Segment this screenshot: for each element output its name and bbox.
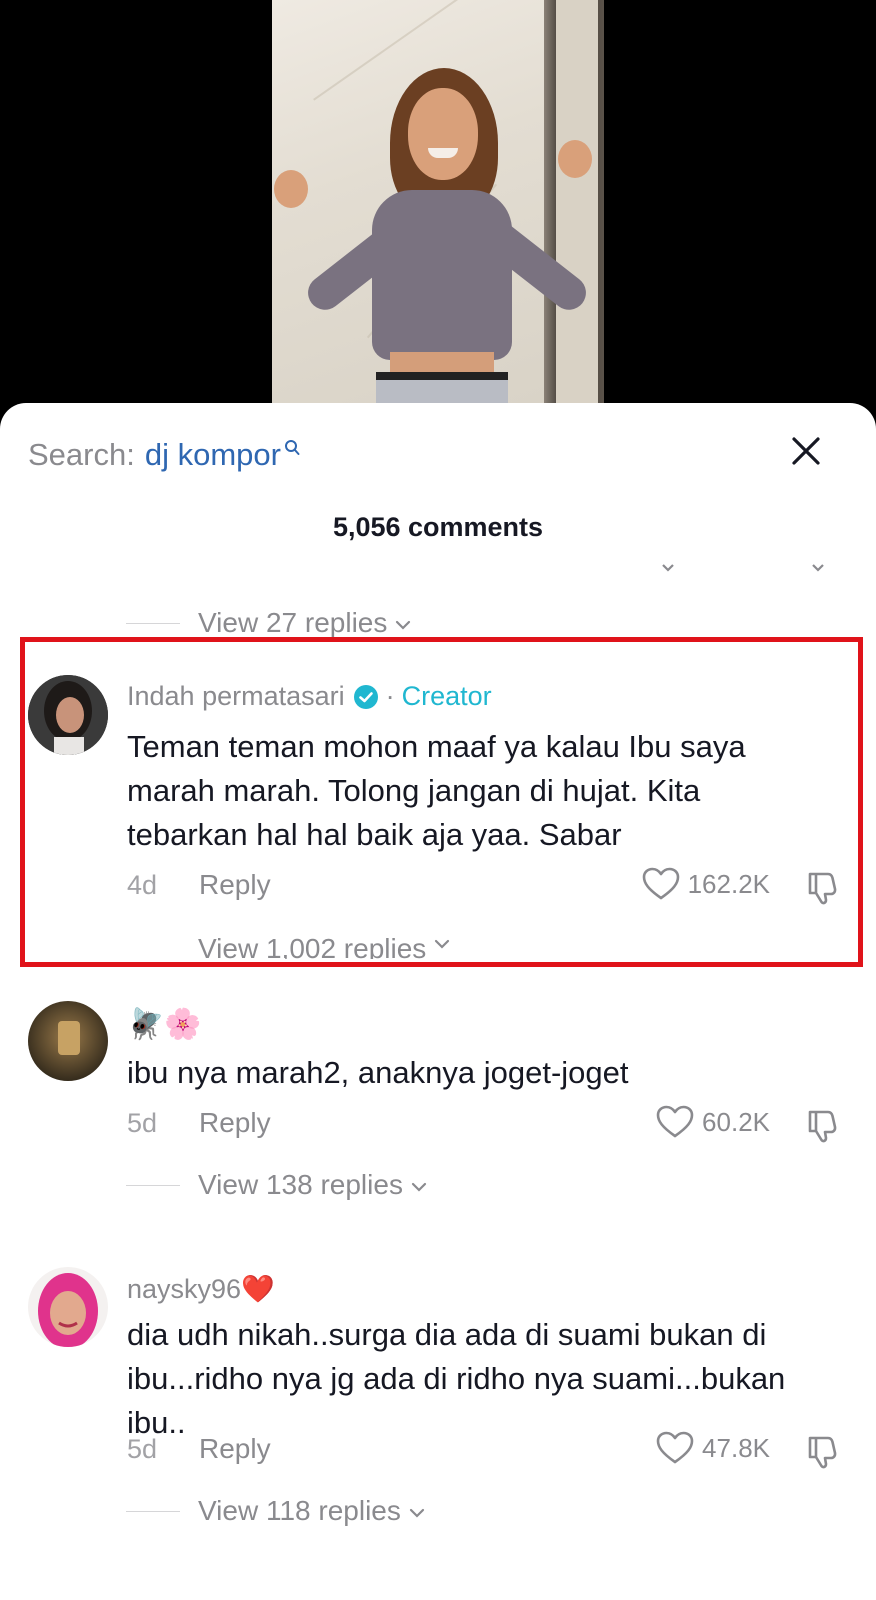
- chevron-down-icon: [435, 939, 450, 949]
- chevron-down-icon: [411, 1182, 427, 1192]
- comment-meta: 4d Reply: [127, 869, 271, 901]
- comment-meta: 5d Reply: [127, 1433, 271, 1465]
- comment-username-row[interactable]: Indah permatasari · Creator: [127, 681, 492, 712]
- search-term-link[interactable]: dj kompor: [145, 437, 281, 473]
- comments-count: 5,056 comments: [332, 512, 544, 542]
- view-replies-button[interactable]: View 27 replies: [126, 607, 413, 639]
- dislike-icon[interactable]: [804, 1433, 842, 1471]
- avatar-image: [28, 1267, 108, 1347]
- search-icon: [284, 440, 300, 455]
- person-face: [408, 88, 478, 180]
- avatar[interactable]: [28, 675, 108, 755]
- comments-sheet: Search: dj kompor 5,056 comments View 27…: [0, 403, 876, 1600]
- view-replies-button[interactable]: View 118 replies: [126, 1495, 427, 1527]
- replies-divider: [126, 1511, 180, 1512]
- video-frame: [272, 0, 604, 405]
- avatar[interactable]: [28, 1001, 108, 1081]
- reply-button[interactable]: Reply: [199, 869, 271, 901]
- chevron-down-icon: [409, 1508, 424, 1518]
- door-frame: [544, 0, 604, 405]
- avatar-image: [28, 675, 108, 755]
- view-replies-button[interactable]: View 138 replies: [126, 1169, 429, 1201]
- comment-time: 4d: [127, 869, 158, 900]
- avatar[interactable]: [28, 1267, 108, 1347]
- view-replies-label: View 118 replies: [198, 1495, 401, 1526]
- replies-divider: [126, 623, 180, 624]
- like-count: 60.2K: [702, 1106, 770, 1137]
- like-button[interactable]: 162.2K: [642, 867, 770, 901]
- comment-username[interactable]: 🪰🌸: [127, 1007, 202, 1042]
- person-pants: [376, 372, 508, 405]
- reply-button[interactable]: Reply: [199, 1107, 271, 1139]
- creator-badge: Creator: [401, 681, 492, 711]
- like-button[interactable]: 47.8K: [656, 1431, 770, 1465]
- view-replies-label: View 1,002 replies: [198, 933, 427, 959]
- like-count: 47.8K: [702, 1432, 770, 1463]
- search-suggestion[interactable]: Search: dj kompor: [28, 437, 300, 473]
- comment-username[interactable]: Indah permatasari: [127, 681, 345, 712]
- person-torso: [372, 190, 512, 360]
- reply-button[interactable]: Reply: [199, 1433, 271, 1465]
- heart-icon: [656, 1105, 694, 1138]
- view-replies-button[interactable]: View 1,002 replies: [198, 933, 452, 959]
- chevron-down-icon: [662, 564, 674, 572]
- verified-icon: [353, 684, 378, 709]
- heart-icon: [656, 1431, 694, 1464]
- separator-dot: ·: [385, 681, 395, 711]
- search-prefix: Search:: [28, 437, 135, 472]
- view-replies-label: View 138 replies: [198, 1169, 403, 1200]
- video-player[interactable]: [0, 0, 876, 440]
- comment-text: Teman teman mohon maaf ya kalau Ibu saya…: [127, 729, 746, 852]
- view-replies-label: View 27 replies: [198, 607, 388, 638]
- comment-text: ibu nya marah2, anaknya joget-joget: [127, 1055, 629, 1090]
- chevron-down-icon: [812, 564, 824, 572]
- comment-username[interactable]: naysky96❤️: [127, 1273, 275, 1305]
- comment-time: 5d: [127, 1107, 158, 1138]
- like-button[interactable]: 60.2K: [656, 1105, 770, 1139]
- comment-text: dia udh nikah..surga dia ada di suami bu…: [127, 1317, 786, 1440]
- heart-icon: [642, 867, 679, 900]
- person-hand: [274, 170, 308, 208]
- comment-meta: 5d Reply: [127, 1107, 271, 1139]
- person-hand: [558, 140, 592, 178]
- door-panel: [556, 0, 598, 405]
- dislike-icon[interactable]: [804, 1107, 842, 1145]
- like-count: 162.2K: [687, 868, 770, 899]
- chevron-down-icon: [396, 620, 411, 630]
- close-icon[interactable]: [786, 431, 826, 471]
- dislike-icon[interactable]: [804, 869, 842, 907]
- replies-divider: [126, 1185, 180, 1186]
- comment-time: 5d: [127, 1433, 158, 1464]
- avatar-image: [28, 1001, 108, 1081]
